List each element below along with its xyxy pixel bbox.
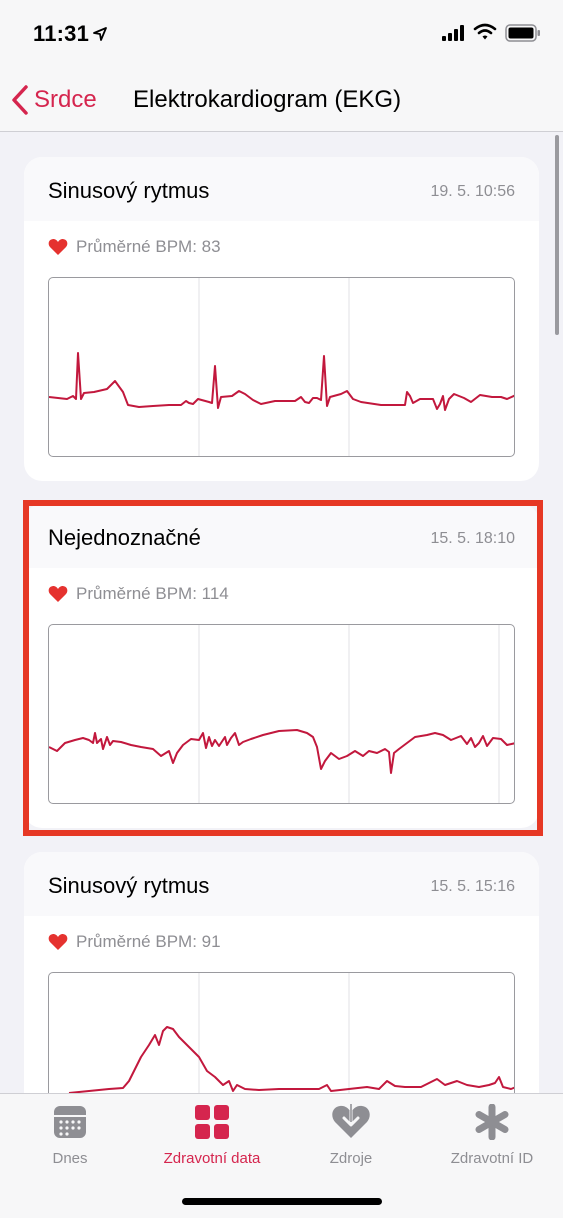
heart-icon	[48, 239, 68, 255]
navigation-bar: Srdce Elektrokardiogram (EKG)	[0, 66, 563, 132]
status-time: 11:31	[33, 21, 90, 46]
tab-label: Zdravotní ID	[450, 1150, 534, 1167]
grid-icon	[195, 1105, 229, 1139]
recording-header: Sinusový rytmus 19. 5. 10:56	[24, 157, 539, 221]
battery-icon	[505, 24, 540, 42]
scroll-indicator	[555, 135, 559, 335]
location-arrow-icon	[93, 27, 107, 41]
signal-icon	[442, 25, 464, 41]
ekg-chart	[48, 277, 515, 457]
recording-title: Sinusový rytmus	[48, 873, 210, 898]
home-indicator	[182, 1198, 382, 1205]
wifi-icon	[473, 23, 497, 40]
highlight-frame	[23, 500, 543, 836]
average-bpm: Průměrné BPM: 83	[76, 237, 221, 256]
calendar-icon	[54, 1106, 86, 1138]
chevron-left-icon	[12, 85, 28, 115]
tab-sources[interactable]: Zdroje	[281, 1104, 421, 1174]
page-title: Elektrokardiogram (EKG)	[133, 86, 402, 113]
tab-label: Dnes	[52, 1150, 88, 1167]
recording-date: 19. 5. 10:56	[430, 183, 515, 200]
status-bar: 11:31	[0, 0, 563, 66]
tab-health-data[interactable]: Zdravotní data	[142, 1104, 282, 1174]
heart-icon	[48, 934, 68, 950]
recording-card[interactable]: Sinusový rytmus 19. 5. 10:56 Průměrné BP…	[24, 157, 539, 481]
ekg-chart	[48, 972, 515, 1093]
recording-card[interactable]: Sinusový rytmus 15. 5. 15:16 Průměrné BP…	[24, 852, 539, 1093]
tab-today[interactable]: Dnes	[0, 1104, 140, 1174]
tab-medical-id[interactable]: Zdravotní ID	[422, 1104, 562, 1174]
recording-header: Sinusový rytmus 15. 5. 15:16	[24, 852, 539, 916]
bpm-row: Průměrné BPM: 83	[48, 236, 221, 258]
back-button[interactable]: Srdce	[10, 82, 97, 118]
tab-label: Zdravotní data	[163, 1150, 261, 1167]
asterisk-icon	[475, 1104, 509, 1140]
tab-label: Zdroje	[329, 1150, 373, 1167]
back-label: Srdce	[34, 86, 97, 113]
recording-title: Sinusový rytmus	[48, 178, 210, 203]
bpm-row: Průměrné BPM: 91	[48, 931, 221, 953]
recording-date: 15. 5. 15:16	[430, 878, 515, 895]
heart-download-icon	[332, 1104, 370, 1138]
average-bpm: Průměrné BPM: 91	[76, 932, 221, 951]
